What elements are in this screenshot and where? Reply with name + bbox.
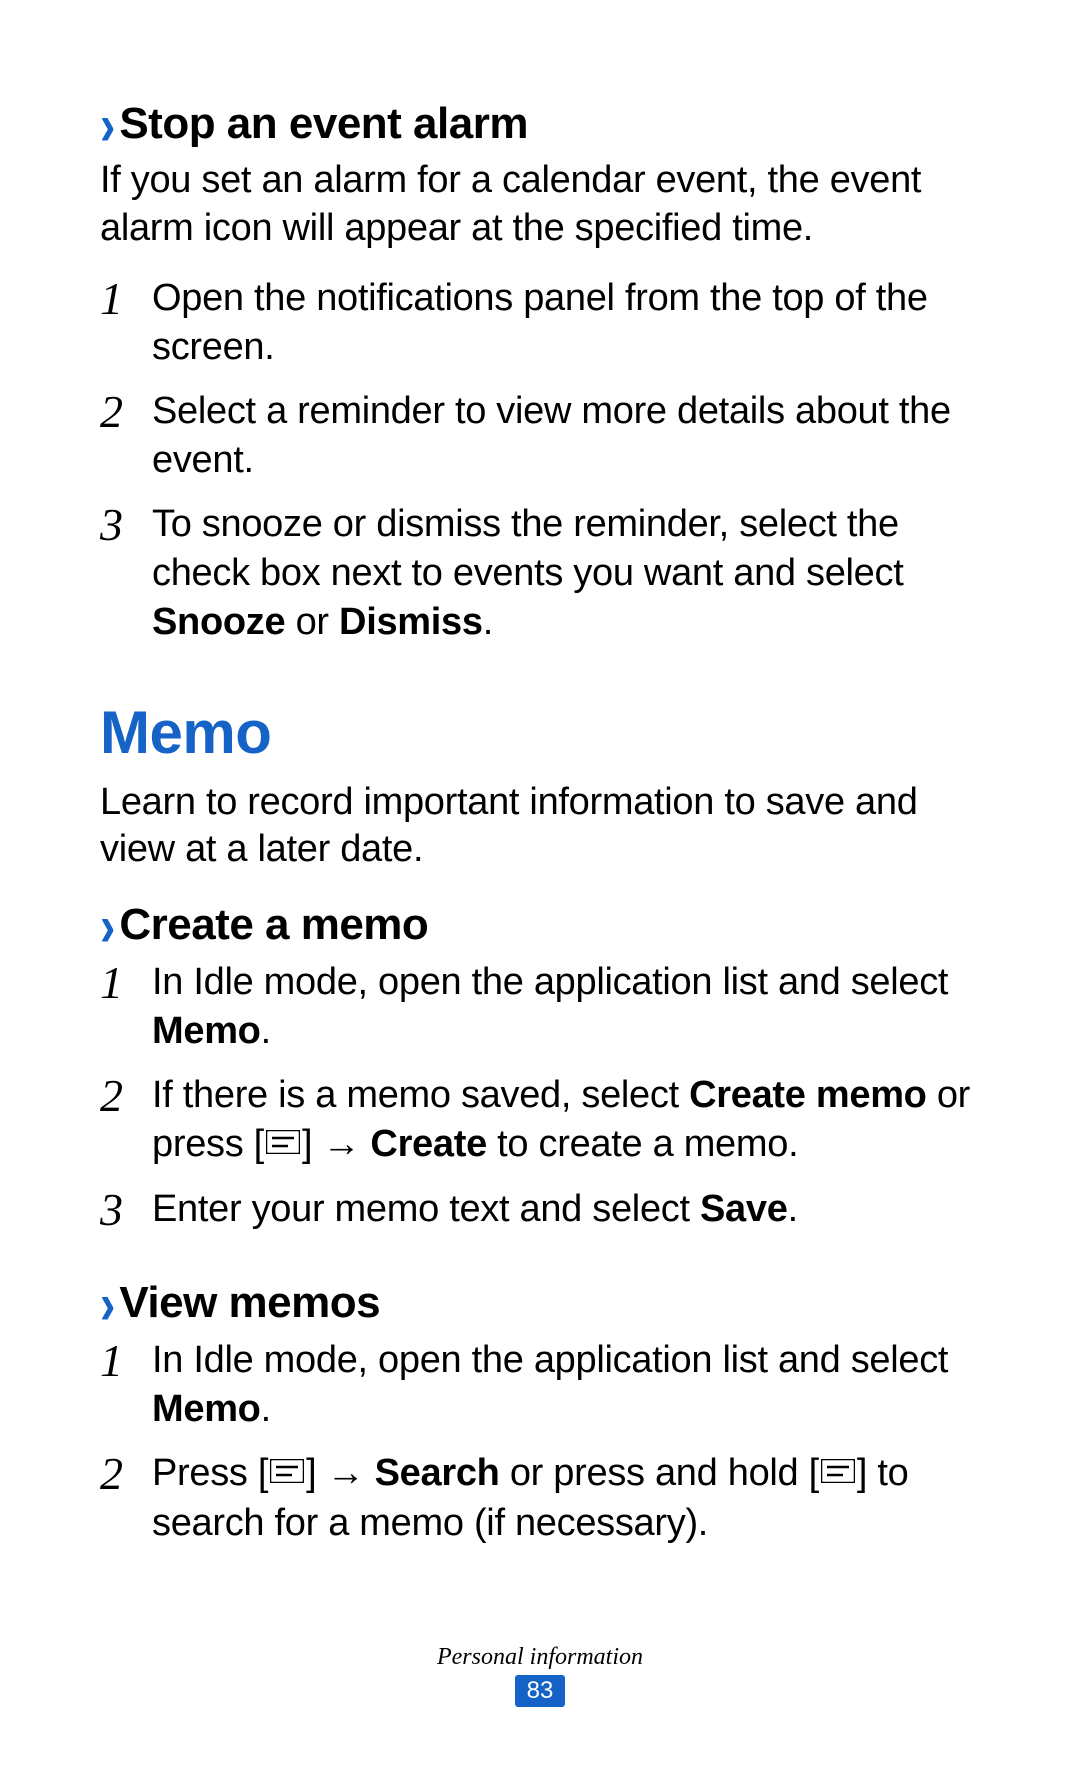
step-text: Open the notifications panel from the to… [152,274,980,373]
step-text: Press [] → Search or press and hold [] t… [152,1449,980,1549]
step-item: 2 If there is a memo saved, select Creat… [100,1071,980,1171]
menu-icon [821,1447,855,1496]
menu-icon [266,1118,300,1167]
step-text: Enter your memo text and select Save. [152,1185,798,1234]
step-text: In Idle mode, open the application list … [152,1336,980,1435]
chevron-icon: › [100,1270,113,1338]
intro-stop-alarm: If you set an alarm for a calendar event… [100,157,980,252]
subheading-text: Create a memo [119,900,428,949]
step-item: 3 Enter your memo text and select Save. [100,1185,980,1234]
step-text: To snooze or dismiss the reminder, selec… [152,500,980,648]
step-text: If there is a memo saved, select Create … [152,1071,980,1171]
intro-memo: Learn to record important information to… [100,779,980,874]
step-number: 1 [100,1336,152,1384]
footer-section-label: Personal information [0,1644,1080,1671]
step-item: 3 To snooze or dismiss the reminder, sel… [100,500,980,648]
steps-create-memo: 1 In Idle mode, open the application lis… [100,958,980,1234]
step-text: Select a reminder to view more details a… [152,387,980,486]
subheading-stop-alarm: ›Stop an event alarm [100,95,980,149]
step-number: 1 [100,958,152,1006]
step-number: 1 [100,274,152,322]
step-item: 1 In Idle mode, open the application lis… [100,1336,980,1435]
step-number: 3 [100,1185,152,1233]
subheading-create-memo: ›Create a memo [100,896,980,950]
section-title-memo: Memo [100,698,980,767]
steps-stop-alarm: 1 Open the notifications panel from the … [100,274,980,648]
subheading-text: Stop an event alarm [119,99,528,148]
menu-icon [270,1447,304,1496]
step-item: 1 Open the notifications panel from the … [100,274,980,373]
step-item: 1 In Idle mode, open the application lis… [100,958,980,1057]
subheading-view-memos: ›View memos [100,1274,980,1328]
step-number: 3 [100,500,152,548]
document-page: ›Stop an event alarm If you set an alarm… [0,0,1080,1771]
step-number: 2 [100,1071,152,1119]
page-footer: Personal information 83 [0,1644,1080,1707]
step-number: 2 [100,387,152,435]
steps-view-memos: 1 In Idle mode, open the application lis… [100,1336,980,1549]
step-text: In Idle mode, open the application list … [152,958,980,1057]
step-item: 2 Press [] → Search or press and hold []… [100,1449,980,1549]
step-number: 2 [100,1449,152,1497]
chevron-icon: › [100,891,113,959]
subheading-text: View memos [119,1278,380,1327]
page-number-badge: 83 [515,1675,566,1707]
step-item: 2 Select a reminder to view more details… [100,387,980,486]
chevron-icon: › [100,91,113,159]
